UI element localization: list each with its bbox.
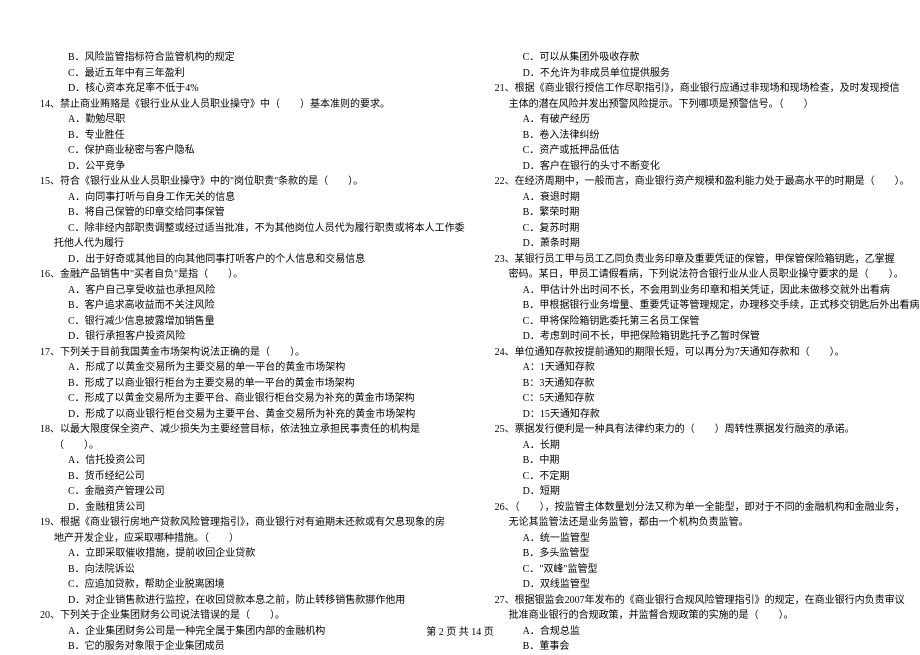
text-line: 20、下列关于企业集团财务公司说法错误的是（ ）。 [40, 608, 465, 624]
text-line: A．形成了以黄金交易所为主要交易的单一平台的黄金市场架构 [40, 360, 465, 376]
text-line: C．不定期 [495, 469, 920, 485]
text-line: D．考虑到时间不长，甲把保险箱钥匙托予乙暂时保管 [495, 329, 920, 345]
text-line: C．形成了以黄金交易所为主要平台、商业银行柜台交易为补充的黄金市场架构 [40, 391, 465, 407]
text-line: A：1天通知存款 [495, 360, 920, 376]
text-line: C．"双峰"监管型 [495, 562, 920, 578]
text-line: A．有破产经历 [495, 112, 920, 128]
text-line: 26、（ ），按监管主体数量划分法又称为单一全能型，即对于不同的金融机构和金融业… [495, 500, 920, 516]
text-line: 密码。某日，甲员工请假看病，下列说法符合银行业从业人员职业操守要求的是（ ）。 [495, 267, 920, 283]
text-line: 地产开发企业，应采取哪种措施。（ ） [40, 531, 465, 547]
text-line: D．银行承担客户投资风险 [40, 329, 465, 345]
text-line: C．可以从集团外吸收存款 [495, 50, 920, 66]
text-line: C．保护商业秘密与客户隐私 [40, 143, 465, 159]
text-line: B．它的服务对象限于企业集团成员 [40, 639, 465, 655]
text-line: 14、禁止商业贿赂是《银行业从业人员职业操守》中（ ）基本准则的要求。 [40, 97, 465, 113]
text-line: A．立即采取催收措施，提前收回企业贷款 [40, 546, 465, 562]
text-line: （ ）。 [40, 438, 465, 454]
text-line: B．繁荣时期 [495, 205, 920, 221]
text-line: D．金融租赁公司 [40, 500, 465, 516]
text-line: C．银行减少信息披露增加销售量 [40, 314, 465, 330]
text-line: B．形成了以商业银行柜台为主要交易的单一平台的黄金市场架构 [40, 376, 465, 392]
text-line: D．不允许为非成员单位提供服务 [495, 66, 920, 82]
text-line: 15、符合《银行业从业人员职业操守》中的"岗位职责"条款的是（ ）。 [40, 174, 465, 190]
content-columns: B．风险监管指标符合监管机构的规定C．最近五年中有三年盈利D．核心资本充足率不低… [40, 50, 880, 610]
text-line: C．金融资产管理公司 [40, 484, 465, 500]
text-line: C：5天通知存款 [495, 391, 920, 407]
text-line: 21、根据《商业银行授信工作尽职指引》，商业银行应通过非现场和现场检查，及时发现… [495, 81, 920, 97]
text-line: B．多头监管型 [495, 546, 920, 562]
text-line: B．专业胜任 [40, 128, 465, 144]
text-line: 18、以最大限度保全资产、减少损失为主要经营目标，依法独立承担民事责任的机构是 [40, 422, 465, 438]
right-column: C．可以从集团外吸收存款D．不允许为非成员单位提供服务21、根据《商业银行授信工… [495, 50, 920, 610]
text-line: A．勤勉尽职 [40, 112, 465, 128]
text-line: D．对企业销售款进行监控，在收回贷款本息之前，防止转移销售款挪作他用 [40, 593, 465, 609]
text-line: A．甲估计外出时间不长，不会用到业务印章和相关凭证，因此未做移交就外出看病 [495, 283, 920, 299]
text-line: 25、票据发行便利是一种具有法律约束力的（ ）周转性票据发行融资的承诺。 [495, 422, 920, 438]
text-line: 23、某银行员工甲与员工乙同负责业务印章及重要凭证的保管，甲保管保险箱钥匙，乙掌… [495, 252, 920, 268]
text-line: 19、根据《商业银行房地产贷款风险管理指引》，商业银行对有逾期未还款或有欠息现象… [40, 515, 465, 531]
text-line: 16、金融产品销售中"买者自负"是指（ ）。 [40, 267, 465, 283]
text-line: B．甲根据银行业务增量、重要凭证等管理规定，办理移交手续，正式移交钥匙后外出看病 [495, 298, 920, 314]
text-line: C．甲将保险箱钥匙委托第三名员工保管 [495, 314, 920, 330]
text-line: A．统一监管型 [495, 531, 920, 547]
text-line: B．董事会 [495, 639, 920, 655]
text-line: D．萧条时期 [495, 236, 920, 252]
text-line: 主体的潜在风险并发出预警风险提示。下列哪项是预警信号。（ ） [495, 97, 920, 113]
text-line: B．风险监管指标符合监管机构的规定 [40, 50, 465, 66]
text-line: 27、根据银监会2007年发布的《商业银行合规风险管理指引》的规定，在商业银行内… [495, 593, 920, 609]
text-line: A．信托投资公司 [40, 453, 465, 469]
page-footer: 第 2 页 共 14 页 [0, 623, 920, 638]
text-line: C．复苏时期 [495, 221, 920, 237]
text-line: 17、下列关于目前我国黄金市场架构说法正确的是（ ）。 [40, 345, 465, 361]
text-line: C．资产或抵押品低估 [495, 143, 920, 159]
text-line: 批准商业银行的合规政策，并监督合规政策的实施的是（ ）。 [495, 608, 920, 624]
text-line: B．将自己保管的印章交给同事保管 [40, 205, 465, 221]
text-line: A．衰退时期 [495, 190, 920, 206]
text-line: B．货币经纪公司 [40, 469, 465, 485]
text-line: A．长期 [495, 438, 920, 454]
text-line: C．除非经内部职责调整或经过适当批准，不为其他岗位人员代为履行职责或将本人工作委 [40, 221, 465, 237]
text-line: B：3天通知存款 [495, 376, 920, 392]
text-line: C．最近五年中有三年盈利 [40, 66, 465, 82]
text-line: D．短期 [495, 484, 920, 500]
text-line: 24、单位通知存款按提前通知的期限长短，可以再分为7天通知存款和（ ）。 [495, 345, 920, 361]
text-line: A．客户自己享受收益也承担风险 [40, 283, 465, 299]
text-line: D．双线监管型 [495, 577, 920, 593]
text-line: B．向法院诉讼 [40, 562, 465, 578]
text-line: D．客户在银行的头寸不断变化 [495, 159, 920, 175]
text-line: D．公平竞争 [40, 159, 465, 175]
text-line: D：15天通知存款 [495, 407, 920, 423]
text-line: 22、在经济周期中，一般而言，商业银行资产规模和盈利能力处于最高水平的时期是（ … [495, 174, 920, 190]
text-line: B．客户追求高收益而不关注风险 [40, 298, 465, 314]
text-line: A．向同事打听与自身工作无关的信息 [40, 190, 465, 206]
text-line: 托他人代为履行 [40, 236, 465, 252]
text-line: D．核心资本充足率不低于4% [40, 81, 465, 97]
left-column: B．风险监管指标符合监管机构的规定C．最近五年中有三年盈利D．核心资本充足率不低… [40, 50, 465, 610]
text-line: B．卷入法律纠纷 [495, 128, 920, 144]
text-line: D．形成了以商业银行柜台交易为主要平台、黄金交易所为补充的黄金市场架构 [40, 407, 465, 423]
text-line: D．出于好奇或其他目的向其他同事打听客户的个人信息和交易信息 [40, 252, 465, 268]
text-line: B．中期 [495, 453, 920, 469]
text-line: 无论其监管法还是业务监管，都由一个机构负责监管。 [495, 515, 920, 531]
text-line: C．应追加贷款，帮助企业脱离困境 [40, 577, 465, 593]
